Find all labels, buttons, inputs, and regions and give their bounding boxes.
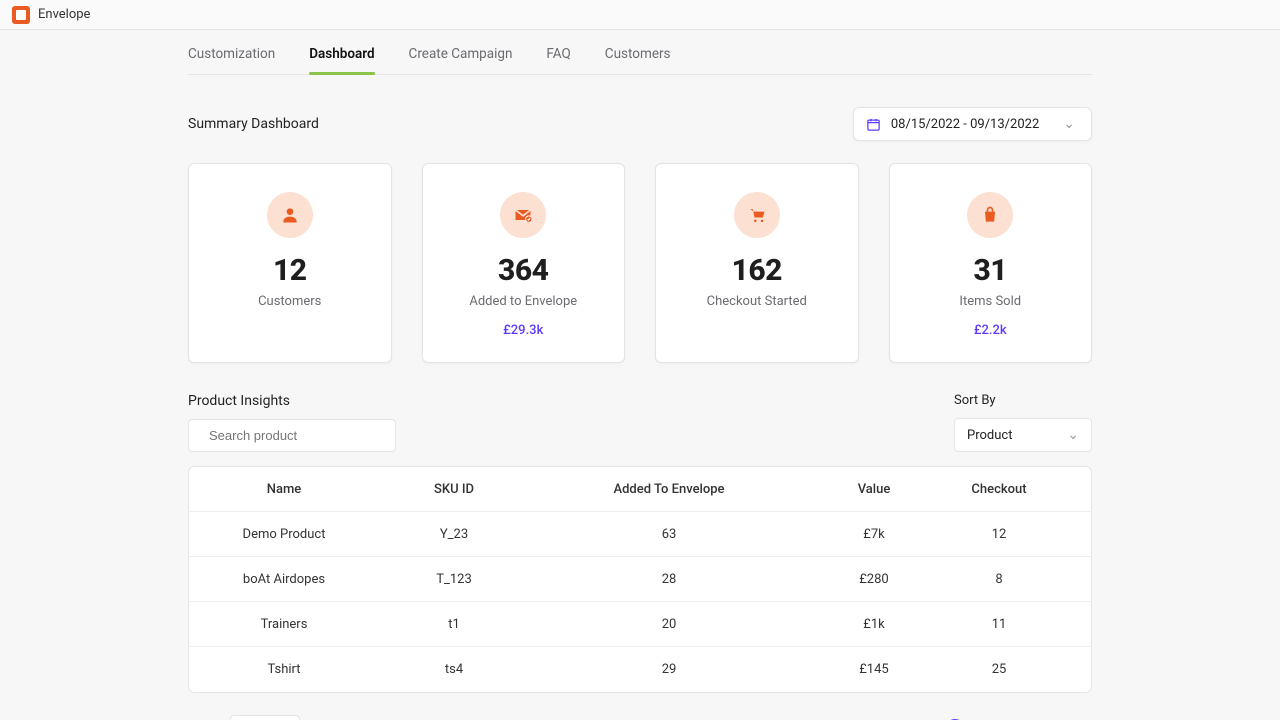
cell-added: 63 — [529, 527, 809, 542]
cell-sold: 4 — [1059, 662, 1092, 677]
card-customers: 12 Customers — [188, 163, 392, 363]
cell-sku: t1 — [379, 617, 529, 632]
date-range-text: 08/15/2022 - 09/13/2022 — [891, 117, 1039, 132]
summary-title: Summary Dashboard — [188, 116, 319, 132]
cell-value: £1k — [809, 617, 939, 632]
card-customers-label: Customers — [258, 294, 321, 309]
search-box[interactable] — [188, 419, 396, 452]
cell-added: 29 — [529, 662, 809, 677]
insights-table: Name SKU ID Added To Envelope Value Chec… — [188, 466, 1092, 693]
chevron-down-icon: ⌄ — [1067, 427, 1079, 443]
app-logo-icon — [12, 6, 30, 24]
table-row[interactable]: Demo Product Y_23 63 £7k 12 3 £333 — [189, 512, 1091, 557]
cell-sku: Y_23 — [379, 527, 529, 542]
cell-value: £7k — [809, 527, 939, 542]
cell-name: Trainers — [189, 617, 379, 632]
table-footer: Show 5 ▼ ‹ 1 2 3 4 › — [188, 715, 1092, 720]
sort-select[interactable]: Product ⌄ — [954, 418, 1092, 452]
nav-tabs: Customization Dashboard Create Campaign … — [188, 30, 1092, 75]
mail-icon — [500, 192, 546, 238]
cell-sku: ts4 — [379, 662, 529, 677]
table-header: Name SKU ID Added To Envelope Value Chec… — [189, 467, 1091, 512]
insights-title: Product Insights — [188, 393, 396, 409]
insights-header-row: Product Insights Sort By Product ⌄ — [188, 393, 1092, 452]
card-sold-value: 31 — [973, 256, 1007, 286]
card-sold-label: Items Sold — [959, 294, 1021, 309]
col-name: Name — [189, 482, 379, 497]
card-sold-sub: £2.2k — [974, 323, 1007, 338]
sort-selected: Product — [967, 428, 1012, 443]
page-size-control: Show 5 ▼ — [188, 715, 300, 720]
page-size-select[interactable]: 5 ▼ — [230, 715, 300, 720]
tab-customers[interactable]: Customers — [605, 46, 671, 62]
cell-sold: 3 — [1059, 617, 1092, 632]
table-row[interactable]: boAt Airdopes T_123 28 £280 8 2 £20 — [189, 557, 1091, 602]
sort-by-label: Sort By — [954, 393, 1092, 408]
card-added-label: Added to Envelope — [469, 294, 577, 309]
col-sku: SKU ID — [379, 482, 529, 497]
table-row[interactable]: Trainers t1 20 £1k 11 3 £150 — [189, 602, 1091, 647]
app-title: Envelope — [38, 7, 90, 22]
cell-checkout: 8 — [939, 572, 1059, 587]
cell-name: Tshirt — [189, 662, 379, 677]
col-added: Added To Envelope — [529, 482, 809, 497]
cell-sold: 2 — [1059, 572, 1092, 587]
cell-added: 20 — [529, 617, 809, 632]
table-row[interactable]: Tshirt ts4 29 £145 25 4 £20 — [189, 647, 1091, 692]
calendar-icon — [866, 117, 881, 132]
cell-value: £280 — [809, 572, 939, 587]
appbar: Envelope — [0, 0, 1280, 30]
card-checkout-value: 162 — [732, 256, 782, 286]
cell-checkout: 11 — [939, 617, 1059, 632]
card-checkout-label: Checkout Started — [707, 294, 807, 309]
cell-sold: 3 — [1059, 527, 1092, 542]
tab-customization[interactable]: Customization — [188, 46, 275, 62]
cart-icon — [734, 192, 780, 238]
card-sold: 31 Items Sold £2.2k — [889, 163, 1093, 363]
cell-checkout: 12 — [939, 527, 1059, 542]
tab-create-campaign[interactable]: Create Campaign — [409, 46, 513, 62]
bag-icon — [967, 192, 1013, 238]
cell-value: £145 — [809, 662, 939, 677]
search-input[interactable] — [207, 427, 387, 444]
chevron-down-icon: ⌄ — [1063, 116, 1075, 132]
cell-name: Demo Product — [189, 527, 379, 542]
card-added: 364 Added to Envelope £29.3k — [422, 163, 626, 363]
card-added-sub: £29.3k — [503, 323, 543, 338]
col-value: Value — [809, 482, 939, 497]
tab-dashboard[interactable]: Dashboard — [309, 46, 374, 62]
cell-checkout: 25 — [939, 662, 1059, 677]
date-range-picker[interactable]: 08/15/2022 - 09/13/2022 ⌄ — [853, 107, 1092, 141]
card-added-value: 364 — [498, 256, 548, 286]
cell-name: boAt Airdopes — [189, 572, 379, 587]
tab-faq[interactable]: FAQ — [546, 46, 570, 62]
col-checkout: Checkout — [939, 482, 1059, 497]
card-customers-value: 12 — [273, 256, 307, 286]
cell-sku: T_123 — [379, 572, 529, 587]
card-checkout: 162 Checkout Started — [655, 163, 859, 363]
summary-cards: 12 Customers 364 Added to Envelope £29.3… — [188, 163, 1092, 363]
col-sold: Sold — [1059, 482, 1092, 497]
page-body: Customization Dashboard Create Campaign … — [0, 30, 1280, 720]
user-icon — [267, 192, 313, 238]
cell-added: 28 — [529, 572, 809, 587]
summary-header-row: Summary Dashboard 08/15/2022 - 09/13/202… — [188, 107, 1092, 141]
